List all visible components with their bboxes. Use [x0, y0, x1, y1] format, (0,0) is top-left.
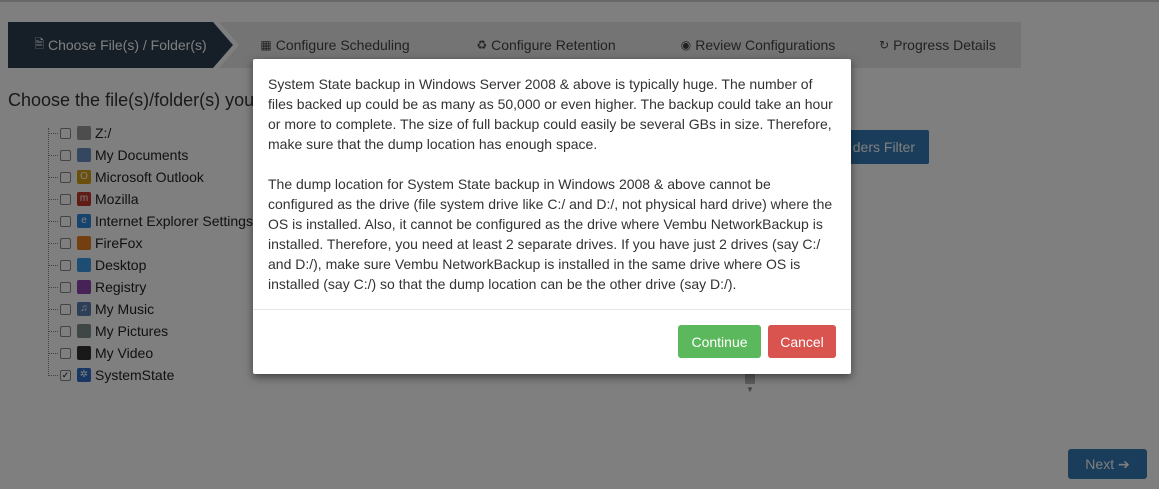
continue-button[interactable]: Continue	[678, 325, 761, 358]
modal-footer-divider	[253, 309, 851, 310]
modal-paragraph-size: System State backup in Windows Server 20…	[268, 76, 833, 152]
systemstate-warning-modal: System State backup in Windows Server 20…	[253, 59, 851, 374]
modal-body: System State backup in Windows Server 20…	[268, 74, 838, 314]
modal-paragraph-location: The dump location for System State backu…	[268, 176, 833, 292]
cancel-button[interactable]: Cancel	[768, 325, 836, 358]
